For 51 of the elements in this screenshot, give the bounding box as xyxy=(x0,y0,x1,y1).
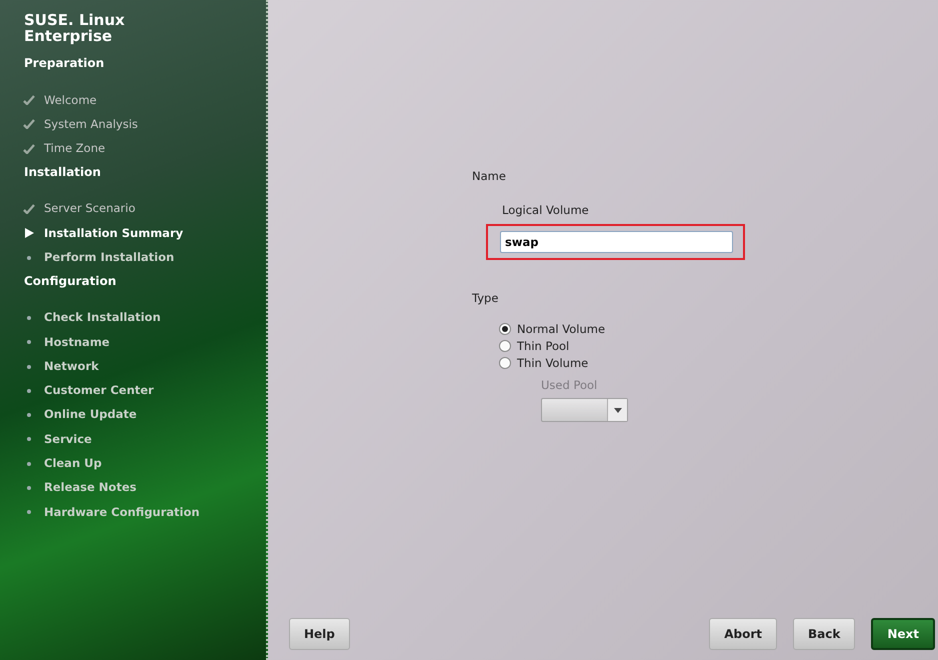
wizard-button[interactable]: Next xyxy=(871,618,935,650)
caret-icon xyxy=(614,408,622,412)
step-label: Network xyxy=(44,358,99,375)
step-label: System Analysis xyxy=(44,116,138,133)
bullet-icon xyxy=(27,510,31,514)
section-title: Preparation xyxy=(24,55,106,70)
field-label: Logical Volume xyxy=(502,202,590,220)
step-label: Hostname xyxy=(44,334,110,351)
step-label: Hardware Configuration xyxy=(44,504,200,521)
check-icon xyxy=(23,119,35,130)
input-field[interactable]: swap xyxy=(500,230,733,252)
bullet-icon xyxy=(27,462,31,466)
radio-button[interactable] xyxy=(499,357,511,370)
step-label: Time Zone xyxy=(44,140,106,158)
option-label: Thin Volume xyxy=(517,354,588,372)
step-label: Customer Center xyxy=(44,382,154,400)
step-label: Welcome xyxy=(44,92,97,109)
wizard-button[interactable]: Back xyxy=(792,618,856,650)
bullet-icon xyxy=(27,256,31,260)
section-label: Type xyxy=(472,290,500,306)
step-label: Clean Up xyxy=(44,455,102,472)
section-title: Installation xyxy=(24,164,102,179)
step-label: Check Installation xyxy=(44,309,161,326)
section-label: Name xyxy=(472,168,507,185)
combo-label: Used Pool xyxy=(541,376,598,394)
bullet-icon xyxy=(27,388,31,393)
check-icon xyxy=(23,144,35,154)
step-label: Installation Summary xyxy=(44,224,184,242)
bullet-icon xyxy=(27,364,31,369)
bullet-icon xyxy=(27,316,31,320)
wizard-button[interactable]: Abort xyxy=(709,618,777,650)
arrow-icon xyxy=(24,228,34,238)
radio-button[interactable] xyxy=(499,340,511,352)
check-icon xyxy=(23,95,35,106)
logo-text: SUSE. Linux Enterprise xyxy=(24,12,126,44)
step-label: Release Notes xyxy=(44,479,136,496)
wizard-button[interactable]: Help xyxy=(289,618,350,650)
dropdown[interactable] xyxy=(541,398,628,422)
bullet-icon xyxy=(27,340,31,344)
bullet-icon xyxy=(27,413,31,418)
option-label: Normal Volume xyxy=(517,320,606,338)
option-label: Thin Pool xyxy=(517,338,570,355)
step-label: Online Update xyxy=(44,406,137,424)
bullet-icon xyxy=(27,486,31,490)
radio-button[interactable] xyxy=(499,323,511,336)
step-label: Server Scenario xyxy=(44,200,136,218)
bullet-icon xyxy=(27,437,31,442)
step-label: Service xyxy=(44,430,92,448)
section-title: Configuration xyxy=(24,272,118,288)
check-icon xyxy=(23,204,35,214)
step-label: Perform Installation xyxy=(44,249,174,266)
